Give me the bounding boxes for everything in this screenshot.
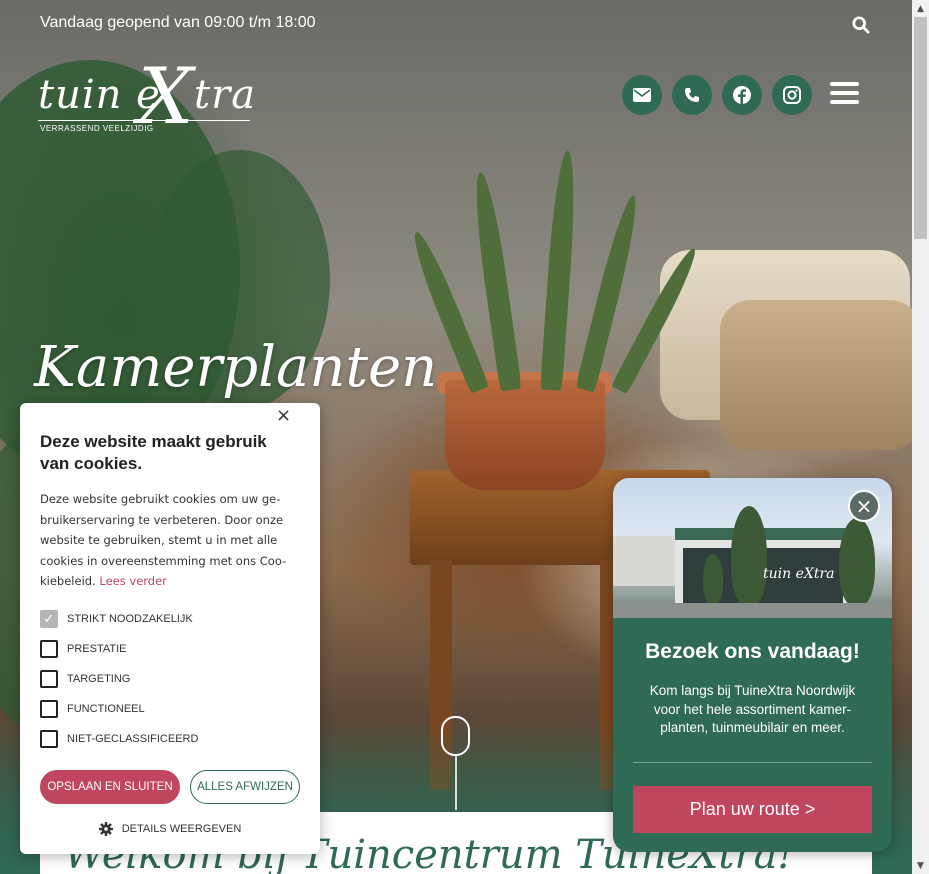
logo-tagline: VERRASSEND VEELZIJDIG: [40, 124, 154, 133]
option-label: STRIKT NOODZAKELIJK: [67, 612, 193, 625]
details-label: DETAILS WEERGEVEN: [121, 822, 242, 835]
scroll-down-arrow[interactable]: ▼: [912, 857, 929, 874]
cookie-option-unclassified[interactable]: NIET-GECLASSIFICEERD: [40, 724, 300, 754]
search-button[interactable]: [852, 16, 872, 36]
phone-icon: [685, 88, 699, 102]
cookie-option-performance[interactable]: PRESTATIE: [40, 634, 300, 664]
logo-word-right: tra: [194, 72, 257, 118]
checkbox-functional[interactable]: [40, 699, 58, 718]
plant-pot: [445, 380, 605, 490]
facebook-button[interactable]: [722, 75, 762, 115]
cookie-option-strictly-necessary: ✓ STRIKT NOODZAKELIJK: [40, 604, 300, 634]
hero-title: Kamerplanten: [34, 335, 438, 400]
show-details-button[interactable]: DETAILS WEERGEVEN: [40, 821, 300, 836]
cookie-description: Deze website gebruikt cookies om uw ge-b…: [40, 489, 294, 592]
option-label: NIET-GECLASSIFICEERD: [67, 732, 199, 745]
menu-icon: [830, 82, 859, 86]
checkbox-unclassified[interactable]: [40, 729, 58, 748]
instagram-icon: [783, 86, 801, 104]
read-more-link[interactable]: Lees verder: [99, 574, 167, 588]
menu-button[interactable]: [830, 82, 859, 104]
gear-icon: [98, 821, 113, 836]
plan-route-button[interactable]: Plan uw route >: [633, 786, 872, 833]
visit-description: Kom langs bij TuineXtra Noordwijk voor h…: [649, 683, 856, 735]
scroll-up-arrow[interactable]: ▲: [912, 0, 929, 17]
checkbox-performance[interactable]: [40, 639, 58, 658]
facebook-icon: [733, 86, 751, 104]
site-logo[interactable]: tuin e X tra VERRASSEND VEELZIJDIG: [38, 52, 258, 144]
reject-all-button[interactable]: ALLES AFWIJZEN: [190, 769, 300, 804]
visit-popup: tuin eXtra Bezoek ons vandaag! Kom langs…: [613, 478, 892, 852]
logo-underline: [38, 120, 250, 121]
phone-button[interactable]: [672, 75, 712, 115]
email-button[interactable]: [622, 75, 662, 115]
visit-title: Bezoek ons vandaag!: [645, 640, 860, 663]
scrollbar-thumb[interactable]: [914, 17, 927, 239]
cookie-close-button[interactable]: ×: [276, 407, 291, 425]
store-sign: tuin eXtra: [763, 566, 835, 582]
cookie-consent-panel: Deze website maakt gebruik van cookies. …: [20, 403, 320, 854]
search-icon: [852, 16, 870, 34]
envelope-icon: [633, 88, 651, 102]
save-and-close-button[interactable]: OPSLAAN EN SLUITEN: [40, 769, 180, 804]
option-label: TARGETING: [67, 672, 131, 685]
cookie-options: ✓ STRIKT NOODZAKELIJK PRESTATIE TARGETIN…: [40, 604, 300, 754]
checkbox-strictly-necessary: ✓: [40, 609, 58, 628]
option-label: PRESTATIE: [67, 642, 127, 655]
instagram-button[interactable]: [772, 75, 812, 115]
cookie-title: Deze website maakt gebruik van cookies.: [40, 432, 267, 473]
scroll-indicator-line: [455, 756, 457, 810]
divider: [633, 762, 872, 763]
visit-popup-close-button[interactable]: ×: [848, 490, 880, 522]
checkbox-targeting[interactable]: [40, 669, 58, 688]
option-label: FUNCTIONEEL: [67, 702, 145, 715]
cookie-option-targeting[interactable]: TARGETING: [40, 664, 300, 694]
cookie-option-functional[interactable]: FUNCTIONEEL: [40, 694, 300, 724]
opening-hours: Vandaag geopend van 09:00 t/m 18:00: [40, 14, 316, 31]
scroll-down-icon[interactable]: [441, 716, 470, 756]
